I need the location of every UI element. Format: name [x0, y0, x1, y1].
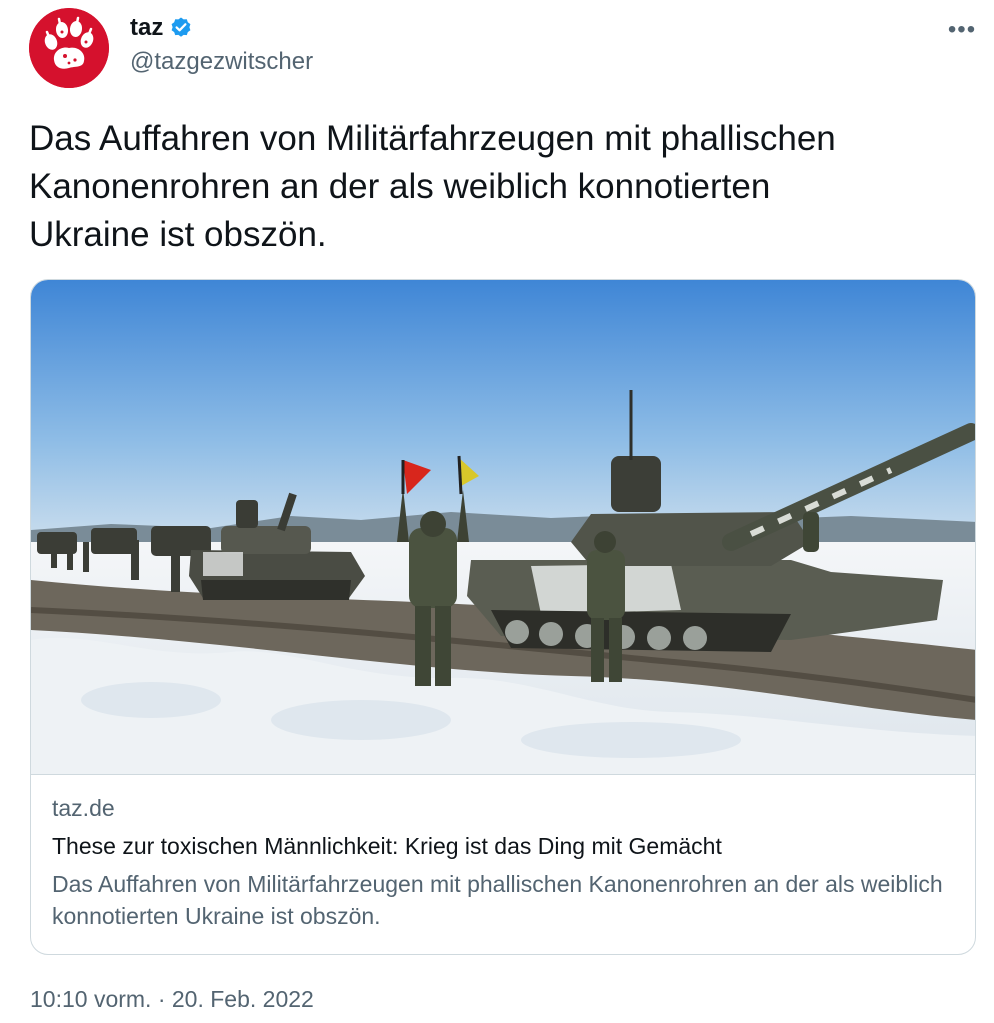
verified-badge-icon[interactable] [169, 16, 193, 40]
card-image [31, 280, 975, 774]
display-name[interactable]: taz [130, 14, 163, 42]
tweet-text: Das Auffahren von Militärfahrzeugen mit … [29, 119, 836, 254]
name-row: taz [130, 14, 193, 42]
card-domain: taz.de [52, 795, 115, 821]
handle[interactable]: @tazgezwitscher [130, 48, 313, 76]
card-description: Das Auffahren von Militärfahrzeugen mit … [52, 871, 943, 929]
link-card[interactable]: taz.de These zur toxischen Männlichkeit:… [30, 279, 976, 955]
card-body: taz.de These zur toxischen Männlichkeit:… [31, 774, 975, 954]
avatar[interactable] [29, 8, 109, 88]
tweet: taz @tazgezwitscher ••• Das Auffahren vo… [0, 0, 994, 1023]
card-title[interactable]: These zur toxischen Männlichkeit: Krieg … [52, 833, 722, 860]
paw-print-logo [29, 8, 109, 88]
timestamp[interactable]: 10:10 vorm. · 20. Feb. 2022 [30, 986, 314, 1013]
more-icon[interactable]: ••• [944, 14, 980, 46]
